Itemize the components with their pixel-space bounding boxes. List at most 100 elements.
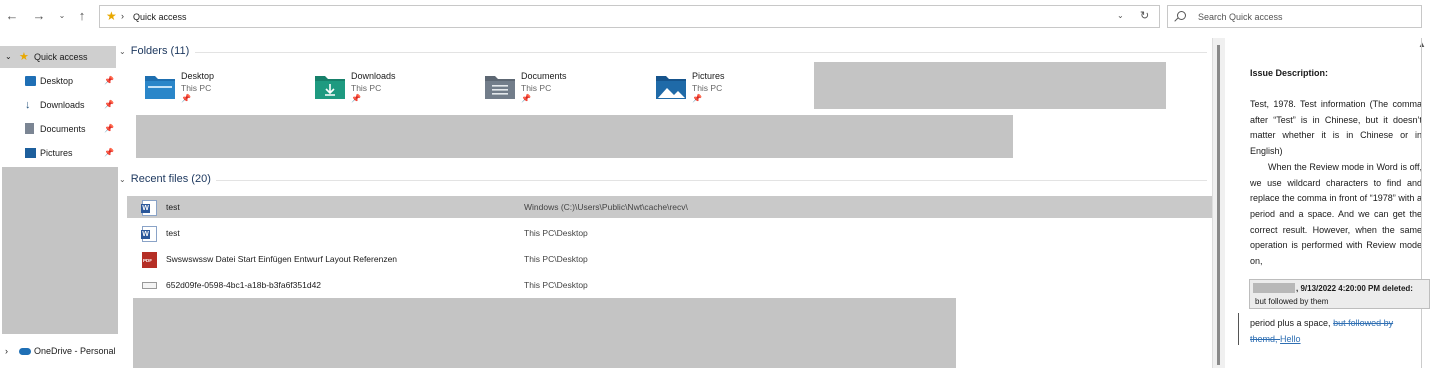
folders-header-label: Folders (11) (130, 45, 190, 57)
sidebar-item-downloads[interactable]: ↓ Downloads 📌 (0, 94, 116, 116)
sidebar-item-documents[interactable]: Documents 📌 (0, 118, 116, 140)
pdf-icon (142, 252, 157, 268)
pin-icon: 📌 (521, 94, 531, 103)
preview-paragraph: When the Review mode in Word is off, we … (1250, 161, 1422, 267)
revision-balloon: , 9/13/2022 4:20:00 PM deleted: but foll… (1249, 279, 1430, 309)
tracked-insertion: Hello (1280, 333, 1301, 344)
scrollbar-thumb[interactable] (1217, 45, 1220, 365)
recent-header-label: Recent files (20) (130, 173, 211, 185)
file-name: test (166, 228, 180, 238)
section-divider (216, 180, 1207, 181)
documents-folder-icon (485, 76, 515, 99)
sidebar-item-label: Quick access (34, 52, 88, 62)
folders-section-header[interactable]: ⌄ Folders (11) (119, 45, 189, 57)
chevron-down-icon[interactable]: ⌄ (119, 175, 126, 184)
folder-name: Downloads (351, 71, 396, 81)
file-location: This PC\Desktop (524, 254, 588, 264)
recent-files-section-header[interactable]: ⌄ Recent files (20) (119, 173, 211, 185)
folder-name: Desktop (181, 71, 215, 81)
chevron-right-icon[interactable]: › (5, 340, 8, 362)
preview-heading: Issue Description: (1250, 68, 1329, 78)
desktop-icon (25, 76, 36, 86)
preview-border (1421, 38, 1422, 368)
sidebar-item-desktop[interactable]: Desktop 📌 (0, 70, 116, 92)
file-location: This PC\Desktop (524, 280, 588, 290)
preview-paragraph: Test, 1978. Test information (The comma … (1250, 99, 1422, 157)
revision-header: , 9/13/2022 4:20:00 PM deleted: (1296, 284, 1413, 293)
revision-deleted-text: but followed by them (1255, 297, 1329, 306)
refresh-icon[interactable]: ↻ (1140, 9, 1149, 22)
file-name: test (166, 202, 180, 212)
pictures-icon (25, 148, 36, 158)
pin-icon: 📌 (692, 94, 702, 103)
redacted-area (133, 298, 956, 368)
folder-tile-documents[interactable]: Documents This PC 📌 (476, 62, 636, 108)
preview-splitter-scrollbar[interactable] (1212, 38, 1225, 368)
pictures-folder-icon (656, 76, 686, 99)
recent-file-row[interactable]: Swswswssw Datei Start Einfügen Entwurf L… (127, 248, 1212, 270)
folder-location: This PC (181, 83, 212, 93)
search-placeholder: Search Quick access (1198, 12, 1283, 22)
folder-name: Pictures (692, 71, 725, 81)
pin-icon: 📌 (104, 100, 114, 109)
desktop-folder-icon (145, 76, 175, 99)
search-icon (1177, 11, 1186, 20)
sidebar-item-label: Documents (40, 124, 86, 134)
file-name: Swswswssw Datei Start Einfügen Entwurf L… (166, 254, 398, 264)
folder-tile-desktop[interactable]: Desktop This PC 📌 (136, 62, 296, 108)
star-icon: ★ (106, 9, 117, 23)
section-divider (195, 52, 1207, 53)
redacted-area (814, 62, 1166, 109)
word-icon (141, 226, 157, 242)
change-bar (1238, 313, 1239, 345)
sidebar-item-label: Desktop (40, 76, 74, 86)
sidebar-item-label: OneDrive - Personal (34, 346, 116, 356)
up-arrow-icon[interactable]: ↑ (74, 6, 90, 26)
pin-icon: 📌 (104, 148, 114, 157)
documents-icon (25, 123, 34, 134)
sidebar-item-label: Pictures (40, 148, 73, 158)
downloads-folder-icon (315, 76, 345, 99)
star-icon: ★ (19, 51, 29, 63)
folder-tile-downloads[interactable]: Downloads This PC 📌 (306, 62, 466, 108)
address-bar[interactable]: ★ › Quick access ⌄ ↻ (99, 5, 1160, 28)
back-arrow-icon[interactable]: ← (4, 6, 20, 26)
sidebar-item-label: Downloads (40, 100, 85, 110)
recent-file-row[interactable]: 652d09fe-0598-4bc1-a18b-b3fa6f351d42 Thi… (127, 274, 1212, 296)
download-icon: ↓ (25, 99, 31, 111)
file-icon (142, 282, 157, 289)
file-name: 652d09fe-0598-4bc1-a18b-b3fa6f351d42 (166, 280, 322, 290)
sidebar-item-pictures[interactable]: Pictures 📌 (0, 142, 116, 164)
recent-file-row[interactable]: test Windows (C:)\Users\Public\Nwt\cache… (127, 196, 1212, 218)
folder-location: This PC (692, 83, 723, 93)
redacted-area (2, 167, 118, 334)
recent-locations-chevron-icon[interactable]: ⌄ (54, 6, 70, 26)
forward-arrow-icon[interactable]: → (31, 6, 47, 26)
pin-icon: 📌 (104, 124, 114, 133)
word-icon (141, 200, 157, 216)
recent-file-row[interactable]: test This PC\Desktop (127, 222, 1212, 244)
chevron-down-icon[interactable]: ⌄ (119, 47, 126, 56)
folder-location: This PC (521, 83, 552, 93)
file-location: This PC\Desktop (524, 228, 588, 238)
expand-chevron-icon[interactable]: ⌄ (5, 46, 12, 68)
preview-body: Test, 1978. Test information (The comma … (1250, 97, 1422, 270)
sidebar-item-quick-access[interactable]: ⌄ ★ Quick access (0, 46, 116, 68)
folder-name: Documents (521, 71, 567, 81)
pin-icon: 📌 (351, 94, 361, 103)
breadcrumb-separator: › (121, 11, 124, 21)
pin-icon: 📌 (104, 76, 114, 85)
cloud-icon (19, 348, 31, 355)
sidebar-item-onedrive[interactable]: › OneDrive - Personal (0, 340, 116, 362)
redacted-author (1253, 283, 1295, 293)
pin-icon: 📌 (181, 94, 191, 103)
search-input[interactable]: Search Quick access (1167, 5, 1422, 28)
folder-location: This PC (351, 83, 382, 93)
breadcrumb-quick-access[interactable]: Quick access (133, 12, 187, 22)
preview-tail-text: period plus a space, but followed by the… (1250, 316, 1410, 347)
folder-tile-pictures[interactable]: Pictures This PC 📌 (647, 62, 807, 108)
file-location: Windows (C:)\Users\Public\Nwt\cache\recv… (524, 202, 688, 212)
chevron-down-icon[interactable]: ⌄ (1117, 11, 1124, 20)
redacted-area (136, 115, 1013, 158)
tail-plain-text: period plus a space, (1250, 318, 1334, 328)
